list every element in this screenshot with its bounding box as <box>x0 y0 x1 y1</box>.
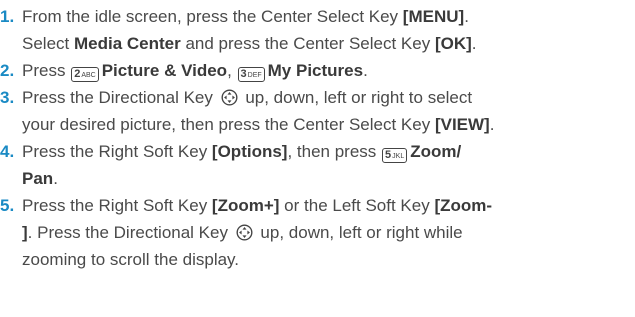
keypad-2-icon: 2ABC <box>71 67 99 82</box>
key-label-options: [Options] <box>211 142 288 161</box>
key-letters: JKL <box>392 153 405 160</box>
step-text: or the Left Soft Key <box>279 196 435 215</box>
step-text: . Press the Directional Key <box>27 223 233 242</box>
step-text: . <box>471 34 477 53</box>
step-2-line-1: 2. Press 2ABC Picture & Video, 3DEF My Pic… <box>0 57 635 84</box>
step-number: 2. <box>0 61 15 80</box>
step-1-line-1: 1. From the idle screen, press the Cente… <box>0 3 635 30</box>
step-3-line-1: 3. Press the Directional Key up, down, l… <box>0 84 635 111</box>
step-text: up, down, left or right while <box>255 223 463 242</box>
step-number: 3. <box>0 88 15 107</box>
menu-item-media-center: Media Center <box>73 34 181 53</box>
step-text: , then press <box>287 142 382 161</box>
step-text: up, down, left or right to select <box>240 88 473 107</box>
step-5-line-3: zooming to scroll the display. <box>0 246 635 273</box>
key-digit: 2 <box>74 68 81 80</box>
menu-item-my-pictures: My Pictures <box>267 61 364 80</box>
step-text: Press <box>22 61 71 80</box>
keypad-5-icon: 5JKL <box>382 148 408 163</box>
key-letters: ABC <box>81 72 96 79</box>
step-text: zooming to scroll the display. <box>22 250 240 269</box>
step-1-line-2: Select Media Center and press the Center… <box>0 30 635 57</box>
key-label-menu: [MENU] <box>402 7 465 26</box>
step-text: . <box>53 169 58 188</box>
key-label-ok: [OK] <box>434 34 472 53</box>
directional-key-icon <box>221 89 238 106</box>
step-text: and press the Center Select Key <box>180 34 435 53</box>
step-number: 5. <box>0 196 15 215</box>
step-4-line-2: Pan. <box>0 165 635 192</box>
directional-key-icon <box>236 224 253 241</box>
step-text: Press the Directional Key <box>22 88 218 107</box>
menu-item-zoom-pan-cont: Pan <box>22 169 54 188</box>
step-text: Press the Right Soft Key <box>22 142 212 161</box>
keypad-3-icon: 3DEF <box>237 67 265 82</box>
step-text: , <box>227 61 237 80</box>
key-letters: DEF <box>247 72 262 79</box>
step-number: 1. <box>0 7 15 26</box>
step-3-line-2: your desired picture, then press the Cen… <box>0 111 635 138</box>
step-text: . <box>464 7 469 26</box>
step-5-line-1: 5. Press the Right Soft Key [Zoom+] or t… <box>0 192 635 219</box>
step-text: Press the Right Soft Key <box>22 196 212 215</box>
key-digit: 3 <box>240 68 247 80</box>
step-number: 4. <box>0 142 15 161</box>
key-digit: 5 <box>385 149 392 161</box>
step-text: . <box>363 61 368 80</box>
step-4-line-1: 4. Press the Right Soft Key [Options], t… <box>0 138 635 165</box>
instruction-page: 1. From the idle screen, press the Cente… <box>0 0 635 317</box>
step-5-line-2: ]. Press the Directional Key up, down, l… <box>0 219 635 246</box>
menu-item-zoom-pan: Zoom/ <box>410 142 462 161</box>
step-text: your desired picture, then press the Cen… <box>22 115 435 134</box>
menu-item-picture-video: Picture & Video <box>101 61 228 80</box>
step-text: Select <box>22 34 74 53</box>
key-label-view: [VIEW] <box>434 115 490 134</box>
steps-list: 1. From the idle screen, press the Cente… <box>0 0 635 273</box>
key-label-zoom-minus: [Zoom- <box>434 196 493 215</box>
step-text: From the idle screen, press the Center S… <box>22 7 403 26</box>
key-label-zoom-plus: [Zoom+] <box>211 196 280 215</box>
step-text: . <box>489 115 495 134</box>
